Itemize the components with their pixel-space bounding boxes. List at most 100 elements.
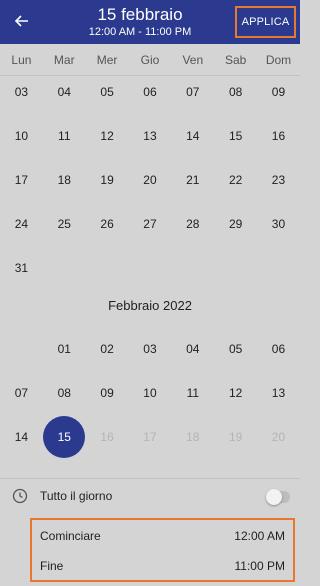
day-number: 06 [271, 342, 286, 356]
day-number: 02 [100, 342, 114, 356]
start-time-row[interactable]: Cominciare 12:00 AM [32, 521, 293, 551]
all-day-toggle[interactable] [266, 489, 290, 505]
day-number: 06 [143, 85, 157, 99]
calendar-day: 20 [257, 415, 300, 459]
calendar-day: 16 [86, 415, 129, 459]
calendar-day[interactable]: 14 [0, 415, 43, 459]
calendar-day[interactable]: 07 [0, 371, 43, 415]
calendar-day: 18 [171, 415, 214, 459]
empty-cell [86, 246, 129, 290]
end-time-label: Fine [40, 559, 64, 573]
calendar-day[interactable]: 23 [257, 158, 300, 202]
day-number: 04 [186, 342, 200, 356]
start-time-value: 12:00 AM [234, 529, 285, 543]
calendar-day: 17 [129, 415, 172, 459]
empty-cell [43, 246, 86, 290]
calendar-day[interactable]: 13 [129, 114, 172, 158]
empty-cell [0, 327, 43, 371]
all-day-row[interactable]: Tutto il giorno [0, 478, 300, 514]
calendar-day[interactable]: 29 [214, 202, 257, 246]
day-number: 14 [14, 430, 29, 444]
calendar-day[interactable]: 28 [171, 202, 214, 246]
calendar-day[interactable]: 08 [214, 70, 257, 114]
day-number: 16 [271, 129, 286, 143]
calendar-day[interactable]: 21 [171, 158, 214, 202]
calendar-day[interactable]: 07 [171, 70, 214, 114]
calendar-week-row: 03 04 05 06 07 08 09 [0, 70, 300, 114]
day-number: 08 [228, 85, 243, 99]
day-number: 12 [100, 129, 114, 143]
day-number: 09 [271, 85, 286, 99]
calendar-day[interactable]: 10 [0, 114, 43, 158]
calendar-day[interactable]: 10 [129, 371, 172, 415]
calendar-week-row: 10 11 12 13 14 15 16 [0, 114, 300, 158]
day-number: 18 [186, 430, 200, 444]
toggle-knob [266, 489, 282, 505]
calendar-day[interactable]: 19 [86, 158, 129, 202]
time-settings-panel: Tutto il giorno Cominciare 12:00 AM Fine… [0, 478, 300, 586]
calendar-day[interactable]: 14 [171, 114, 214, 158]
day-number: 04 [57, 85, 71, 99]
calendar-day[interactable]: 31 [0, 246, 43, 290]
calendar-day[interactable]: 13 [257, 371, 300, 415]
day-number: 08 [57, 386, 71, 400]
calendar-day[interactable]: 03 [0, 70, 43, 114]
calendar-day[interactable]: 26 [86, 202, 129, 246]
calendar-day[interactable]: 11 [171, 371, 214, 415]
calendar-day[interactable]: 08 [43, 371, 86, 415]
end-time-row[interactable]: Fine 11:00 PM [32, 551, 293, 581]
day-number: 03 [143, 342, 157, 356]
day-number: 22 [228, 173, 243, 187]
day-number: 15 [228, 129, 243, 143]
day-number: 09 [100, 386, 114, 400]
calendar-day[interactable]: 15 [214, 114, 257, 158]
day-number: 01 [57, 342, 71, 356]
calendar-day[interactable]: 01 [43, 327, 86, 371]
day-number: 11 [58, 129, 71, 143]
day-number: 14 [186, 129, 200, 143]
apply-button[interactable]: APPLICA [235, 6, 296, 38]
day-number: 19 [228, 430, 243, 444]
calendar-day[interactable]: 04 [43, 70, 86, 114]
day-number: 05 [100, 85, 114, 99]
day-number: 07 [14, 386, 29, 400]
calendar-day[interactable]: 12 [86, 114, 129, 158]
month-label: Febbraio 2022 [108, 298, 192, 313]
header-title-block: 15 febbraio 12:00 AM - 11:00 PM [70, 5, 210, 39]
calendar-day[interactable]: 11 [43, 114, 86, 158]
day-number: 13 [271, 386, 286, 400]
calendar-week-row: 31 [0, 246, 300, 290]
calendar-day[interactable]: 09 [257, 70, 300, 114]
calendar-day[interactable]: 18 [43, 158, 86, 202]
calendar-day[interactable]: 02 [86, 327, 129, 371]
calendar-day[interactable]: 06 [257, 327, 300, 371]
calendar-day[interactable]: 03 [129, 327, 172, 371]
day-number: 28 [186, 217, 200, 231]
calendar-week-row: 24 25 26 27 28 29 30 [0, 202, 300, 246]
calendar-day[interactable]: 04 [171, 327, 214, 371]
calendar-day[interactable]: 09 [86, 371, 129, 415]
day-number: 11 [186, 386, 200, 400]
day-number: 17 [14, 173, 29, 187]
calendar-day[interactable]: 22 [214, 158, 257, 202]
day-number: 07 [186, 85, 200, 99]
selected-day[interactable]: 15 [43, 415, 86, 459]
calendar-day[interactable]: 30 [257, 202, 300, 246]
calendar-day[interactable]: 24 [0, 202, 43, 246]
calendar-day[interactable]: 05 [214, 327, 257, 371]
day-number: 15 [57, 430, 71, 444]
calendar-day[interactable]: 06 [129, 70, 172, 114]
calendar-week-row: 07 08 09 10 11 12 13 [0, 371, 300, 415]
calendar-day[interactable]: 05 [86, 70, 129, 114]
calendar-day[interactable]: 17 [0, 158, 43, 202]
calendar-week-row: 17 18 19 20 21 22 23 [0, 158, 300, 202]
calendar-day: 19 [214, 415, 257, 459]
calendar-day[interactable]: 27 [129, 202, 172, 246]
back-button[interactable] [10, 9, 34, 33]
calendar-day[interactable]: 25 [43, 202, 86, 246]
app-header: 15 febbraio 12:00 AM - 11:00 PM APPLICA [0, 0, 300, 44]
calendar-day[interactable]: 20 [129, 158, 172, 202]
calendar-day[interactable]: 16 [257, 114, 300, 158]
day-number: 16 [100, 430, 114, 444]
calendar-day[interactable]: 12 [214, 371, 257, 415]
